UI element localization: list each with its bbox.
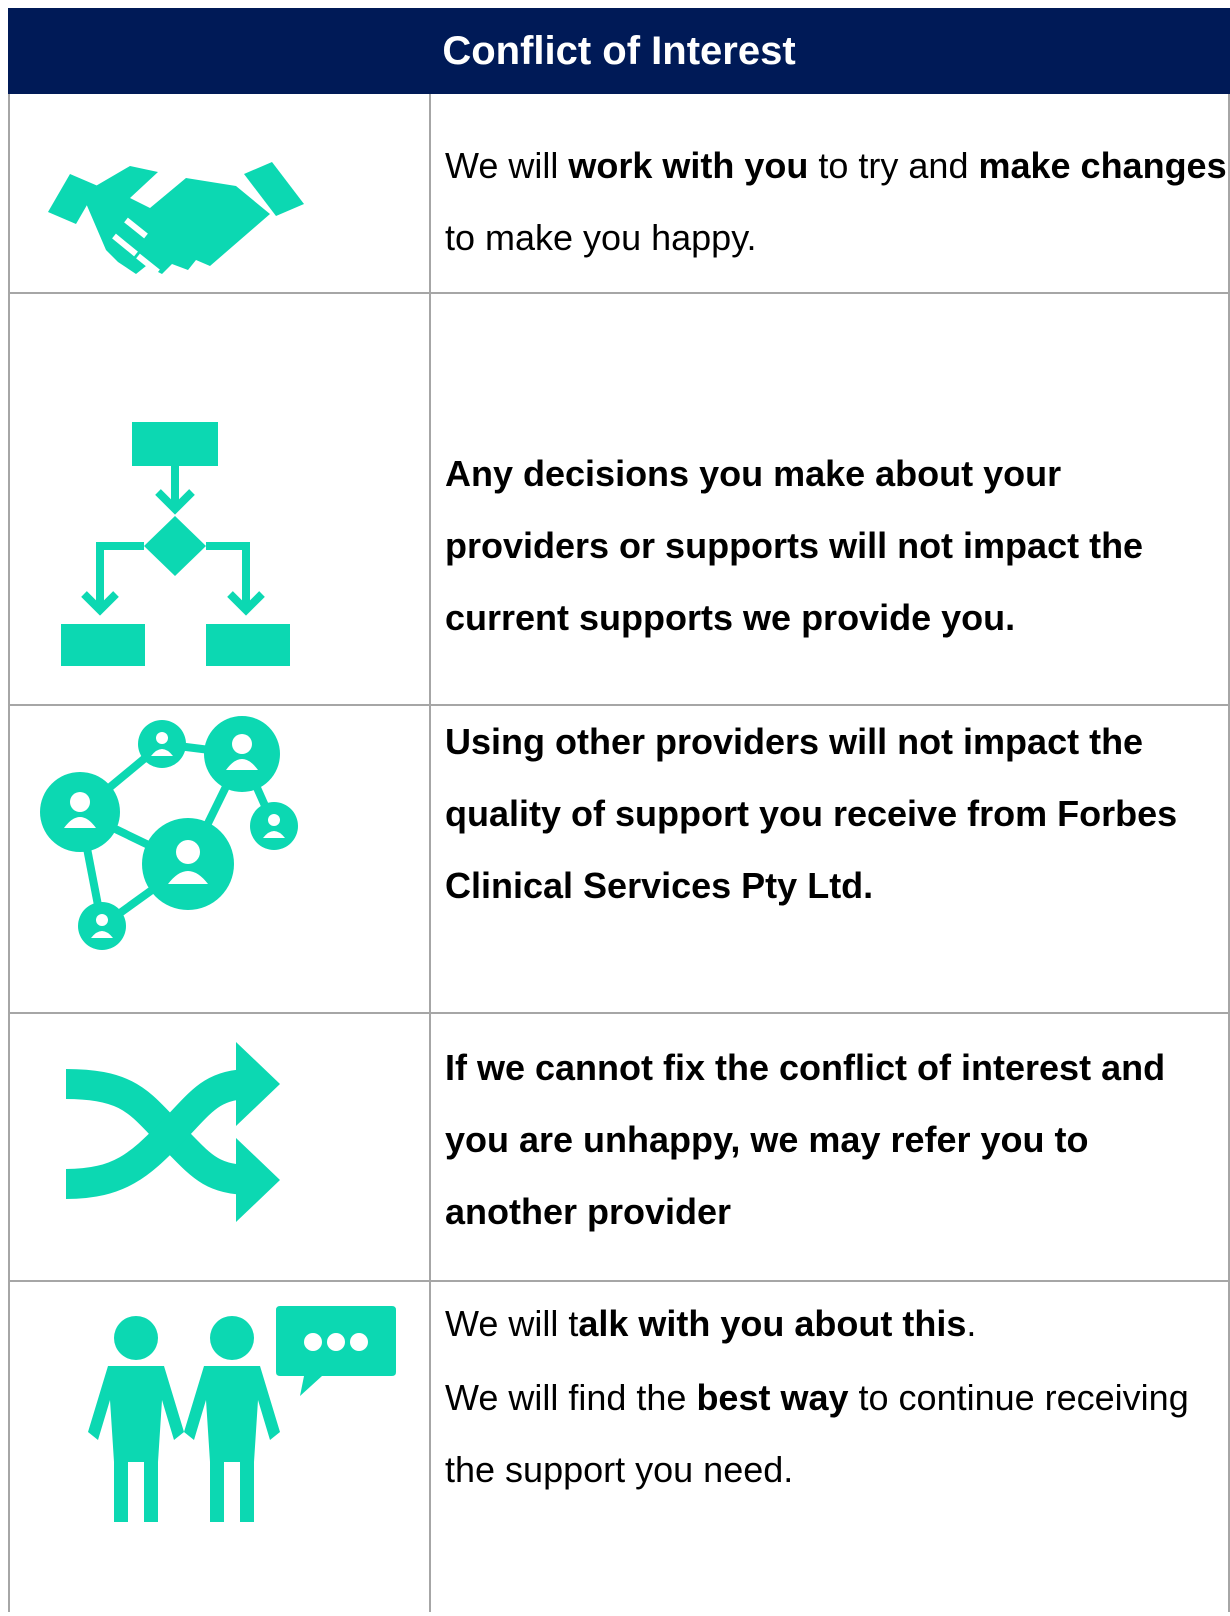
icon-cell [8,1282,431,1612]
icon-cell [8,94,431,292]
icon-cell [8,706,431,1012]
text-segment: alk with you about this [578,1303,967,1344]
icon-cell [8,294,431,704]
row-text-para-2: We will find the best way to continue re… [445,1362,1228,1506]
text-segment: work with you [568,145,809,186]
text-cell: We will work with you to try and make ch… [431,94,1230,292]
text-cell: Any decisions you make about your provid… [431,294,1230,704]
text-segment: to try and [808,145,979,186]
text-cell: We will talk with you about this. We wil… [431,1282,1230,1612]
table-row-work-with-you: We will work with you to try and make ch… [8,94,1230,294]
text-cell: Using other providers will not impact th… [431,706,1230,1012]
document: Conflict of Interest We will work with y… [8,8,1230,1616]
table-row-decisions: Any decisions you make about your provid… [8,294,1230,706]
text-segment: make changes [978,145,1227,186]
row-text: If we cannot fix the conflict of interes… [445,1047,1166,1232]
table-row-refer: If we cannot fix the conflict of interes… [8,1014,1230,1282]
text-segment: We will [445,145,569,186]
icon-cell [8,1014,431,1280]
text-segment: . [966,1303,977,1344]
title-banner: Conflict of Interest [8,8,1230,94]
row-text-para-1: We will talk with you about this. [445,1288,1228,1360]
text-cell: If we cannot fix the conflict of interes… [431,1014,1230,1280]
text-segment: best way [696,1377,849,1418]
people-network-icon [40,716,298,950]
info-table: We will work with you to try and make ch… [8,94,1230,1612]
shuffle-arrows-icon [65,1042,280,1222]
two-people-talking-icon [88,1306,396,1522]
handshake-icon [48,162,304,275]
page-title: Conflict of Interest [442,28,796,73]
table-row-talk: We will talk with you about this. We wil… [8,1282,1230,1612]
row-text: Using other providers will not impact th… [445,721,1178,906]
row-text: We will work with you to try and make ch… [445,130,1228,274]
row-text: Any decisions you make about your provid… [445,453,1144,638]
text-segment: We will t [445,1303,579,1344]
table-row-other-providers: Using other providers will not impact th… [8,706,1230,1014]
text-segment: We will find the [445,1377,697,1418]
text-segment: to make you happy. [445,217,757,258]
flowchart-icon [61,422,290,666]
